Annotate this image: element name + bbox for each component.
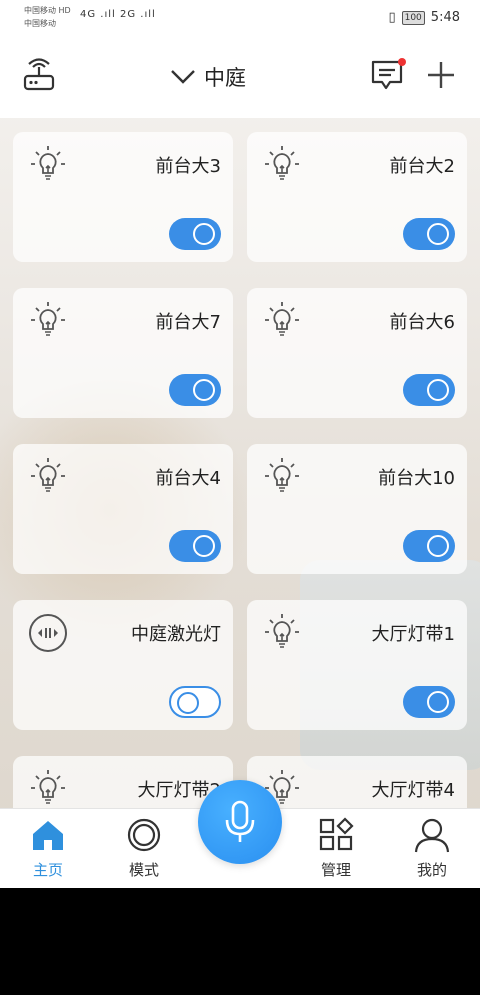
home-icon (33, 821, 63, 850)
signal-indicator: 4G .ıll 2G .ıll (80, 9, 156, 20)
tab-label: 模式 (128, 861, 159, 879)
device-name: 大厅灯带4 (371, 780, 455, 801)
device-card[interactable]: 前台大7 (13, 288, 233, 418)
light-bulb-icon (261, 612, 303, 654)
power-toggle[interactable] (403, 530, 455, 562)
device-card[interactable]: 前台大3 (13, 132, 233, 262)
power-toggle[interactable] (403, 686, 455, 718)
device-name: 前台大2 (389, 156, 455, 177)
device-name: 前台大3 (155, 156, 221, 177)
vibrate-icon: ▯ (388, 10, 396, 25)
toggle-knob (427, 535, 449, 557)
app-header: 中庭 (0, 36, 480, 118)
light-bulb-icon (27, 456, 69, 498)
voice-button[interactable] (198, 780, 282, 864)
device-name: 前台大6 (389, 312, 455, 333)
notification-dot (398, 58, 406, 66)
router-icon[interactable] (22, 58, 56, 92)
power-toggle[interactable] (169, 218, 221, 250)
toggle-knob (177, 692, 199, 714)
tab-label: 管理 (320, 861, 351, 879)
plus-icon[interactable] (426, 60, 456, 90)
device-name: 中庭激光灯 (131, 624, 221, 645)
carrier-2: 中国移动 (24, 19, 56, 28)
profile-icon (414, 818, 450, 853)
power-toggle[interactable] (169, 686, 221, 718)
light-bulb-icon (261, 300, 303, 342)
light-bulb-icon (27, 300, 69, 342)
device-name: 大厅灯带1 (371, 624, 455, 645)
device-card[interactable]: 大厅灯带1 (247, 600, 467, 730)
location-selector[interactable]: 中庭 (170, 62, 246, 92)
device-card[interactable]: 前台大10 (247, 444, 467, 574)
device-card[interactable]: 前台大2 (247, 132, 467, 262)
light-bulb-icon (261, 144, 303, 186)
toggle-knob (427, 691, 449, 713)
chevron-down-icon (171, 70, 195, 84)
tab-profile[interactable]: 我的 (392, 817, 472, 887)
device-name: 前台大7 (155, 312, 221, 333)
toggle-knob (193, 535, 215, 557)
tab-home[interactable]: 主页 (8, 817, 88, 887)
toggle-knob (193, 223, 215, 245)
power-toggle[interactable] (169, 530, 221, 562)
clock: 5:48 (430, 10, 460, 25)
manage-icon (319, 817, 354, 851)
device-card[interactable]: 前台大6 (247, 288, 467, 418)
mode-icon (127, 818, 161, 852)
light-bulb-icon (261, 456, 303, 498)
tab-label: 我的 (416, 861, 447, 879)
light-bulb-icon (27, 768, 69, 810)
device-card[interactable]: 中庭激光灯 (13, 600, 233, 730)
microphone-icon (225, 800, 255, 842)
device-name: 前台大10 (378, 468, 455, 489)
power-toggle[interactable] (403, 218, 455, 250)
light-bulb-icon (27, 144, 69, 186)
tab-label: 主页 (32, 861, 63, 879)
socket-icon (27, 612, 69, 654)
device-card[interactable]: 前台大4 (13, 444, 233, 574)
tab-mode[interactable]: 模式 (104, 817, 184, 887)
tab-manage[interactable]: 管理 (296, 817, 376, 887)
power-toggle[interactable] (403, 374, 455, 406)
screen-bottom-area (0, 888, 480, 995)
app-screen: 中国移动 HD 中国移动 4G .ıll 2G .ıll ▯ 100 5:48 … (0, 0, 480, 888)
toggle-knob (427, 223, 449, 245)
page-title: 中庭 (204, 66, 246, 90)
toggle-knob (193, 379, 215, 401)
battery-indicator: 100 (401, 10, 425, 25)
carrier-1: 中国移动 HD (24, 6, 71, 15)
power-toggle[interactable] (169, 374, 221, 406)
device-name: 前台大4 (155, 468, 221, 489)
status-bar: 中国移动 HD 中国移动 4G .ıll 2G .ıll ▯ 100 5:48 (0, 0, 480, 36)
toggle-knob (427, 379, 449, 401)
